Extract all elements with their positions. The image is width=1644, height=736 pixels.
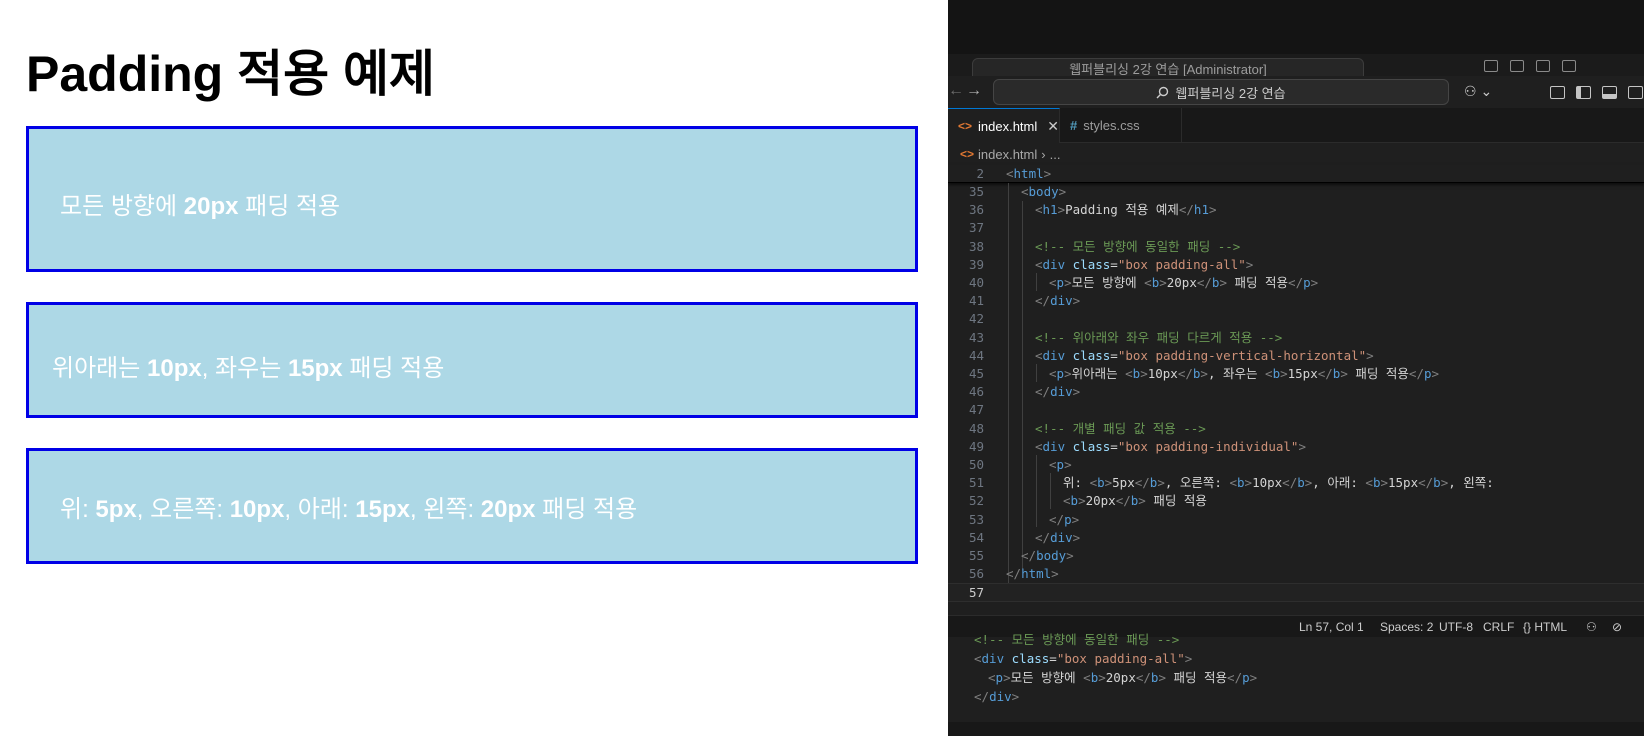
layout-icon[interactable] — [1510, 60, 1524, 72]
code-line: 41 </div> — [968, 293, 1081, 309]
padding-vertical-horizontal-text: 위아래는 10px, 좌우는 15px 패딩 적용 — [52, 355, 445, 382]
padding-individual-text: 위: 5px, 오른쪽: 10px, 아래: 15px, 왼쪽: 20px 패딩… — [60, 496, 638, 523]
html-file-icon: <> — [960, 147, 975, 161]
padding-all-text: 모든 방향에 20px 패딩 적용 — [60, 193, 341, 220]
toggle-secondary-sidebar-icon[interactable] — [1628, 86, 1643, 99]
code-line: <p>모든 방향에 <b>20px</b> 패딩 적용</p> — [988, 670, 1258, 685]
page-title: Padding 적용 예제 — [26, 46, 435, 102]
desktop-strip — [948, 0, 1644, 54]
copilot-icon[interactable]: ⚇ ⌄ — [1464, 83, 1492, 100]
command-center-search[interactable]: 웹퍼블리싱 2강 연습 — [993, 79, 1449, 105]
code-line-current: 57 — [948, 583, 1644, 602]
line-number: 2 — [976, 166, 984, 181]
code-line: 43 <!-- 위아래와 좌우 패딩 다르게 적용 --> — [968, 329, 1283, 345]
code-line: 44 <div class="box padding-vertical-horiz… — [968, 347, 1374, 363]
css-file-icon: # — [1070, 118, 1078, 133]
editor-tab-bar: <> index.html ✕ # styles.css — [948, 108, 1644, 143]
code-line: 38 <!-- 모든 방향에 동일한 패딩 --> — [968, 238, 1241, 254]
code-line: 40 <p>모든 방향에 <b>20px</b> 패딩 적용</p> — [968, 275, 1319, 290]
tab-label: index.html — [978, 118, 1038, 134]
back-arrow-icon[interactable]: ← — [948, 82, 964, 100]
html-file-icon: <> — [958, 119, 973, 133]
breadcrumb-separator: › — [1041, 146, 1046, 162]
code-line: 47 — [968, 402, 984, 418]
background-command-search[interactable]: 웹퍼블리싱 2강 연습 [Administrator] — [972, 58, 1364, 76]
vscode-window: 웹퍼블리싱 2강 연습 [Administrator] ← → 웹퍼블리싱 2강… — [948, 0, 1644, 736]
layout-icon[interactable] — [1484, 60, 1498, 72]
code-line: 37 — [968, 220, 984, 236]
code-line: <!-- 모든 방향에 동일한 패딩 --> — [974, 632, 1180, 647]
background-status-bar — [948, 722, 1644, 736]
code-line: 51 위: <b>5px</b>, 오른쪽: <b>10px</b>, 아래: <… — [968, 475, 1494, 491]
toggle-panel-icon[interactable] — [1602, 86, 1617, 99]
code-editor[interactable]: 2 <html> 35 <body> 36 <h1>Padding 적용 예제</h1… — [948, 165, 1644, 615]
sticky-scroll-header[interactable]: 2 <html> — [948, 165, 1644, 183]
breadcrumb: <> index.html › ... — [948, 143, 1644, 165]
code-line: 42 — [968, 311, 984, 327]
command-center-label: 웹퍼블리싱 2강 연습 — [1175, 85, 1286, 101]
layout-icon[interactable] — [1562, 60, 1576, 72]
code-line: 46 </div> — [968, 384, 1081, 400]
browser-preview: Padding 적용 예제 모든 방향에 20px 패딩 적용 위아래는 10p… — [0, 0, 948, 736]
code-line: 35 <body> — [968, 184, 1067, 199]
code-line: 53 </p> — [968, 511, 1080, 527]
padding-individual-box: 위: 5px, 오른쪽: 10px, 아래: 15px, 왼쪽: 20px 패딩… — [26, 448, 918, 564]
tab-label: styles.css — [1083, 118, 1140, 133]
code-line: 49 <div class="box padding-individual"> — [968, 438, 1306, 454]
code-line: 36 <h1>Padding 적용 예제</h1> — [968, 202, 1217, 218]
tab-index-html[interactable]: <> index.html ✕ — [948, 108, 1060, 143]
code-line: 39 <div class="box padding-all"> — [968, 256, 1254, 272]
background-window-titlebar: 웹퍼블리싱 2강 연습 [Administrator] — [948, 54, 1644, 76]
code-line: <div class="box padding-all"> — [974, 651, 1193, 666]
code-line: 48 <!-- 개별 패딩 값 적용 --> — [968, 420, 1206, 436]
code-line: 52 <b>20px</b> 패딩 적용 — [968, 493, 1207, 509]
code-line: 45 <p>위아래는 <b>10px</b>, 좌우는 <b>15px</b> 패… — [968, 366, 1440, 381]
layout-icon[interactable] — [1536, 60, 1550, 72]
code-line: 56 </html> — [968, 566, 1059, 582]
breadcrumb-rest[interactable]: ... — [1050, 147, 1061, 162]
code-line: 55 </body> — [968, 548, 1074, 563]
title-bar: ← → 웹퍼블리싱 2강 연습 ⚇ ⌄ — [948, 76, 1644, 108]
tab-styles-css[interactable]: # styles.css — [1060, 108, 1182, 143]
padding-all-box: 모든 방향에 20px 패딩 적용 — [26, 126, 918, 272]
close-icon[interactable]: ✕ — [1047, 118, 1059, 135]
customize-layout-icon[interactable] — [1550, 86, 1565, 99]
code-line: </div> — [974, 689, 1020, 704]
search-icon — [1156, 86, 1169, 98]
code-line: 54 </div> — [968, 529, 1081, 545]
code-line: 50 <p> — [968, 457, 1072, 472]
forward-arrow-icon[interactable]: → — [966, 82, 982, 100]
toggle-primary-sidebar-icon[interactable] — [1576, 86, 1591, 99]
breadcrumb-file[interactable]: index.html — [978, 147, 1037, 162]
padding-vertical-horizontal-box: 위아래는 10px, 좌우는 15px 패딩 적용 — [26, 302, 918, 418]
